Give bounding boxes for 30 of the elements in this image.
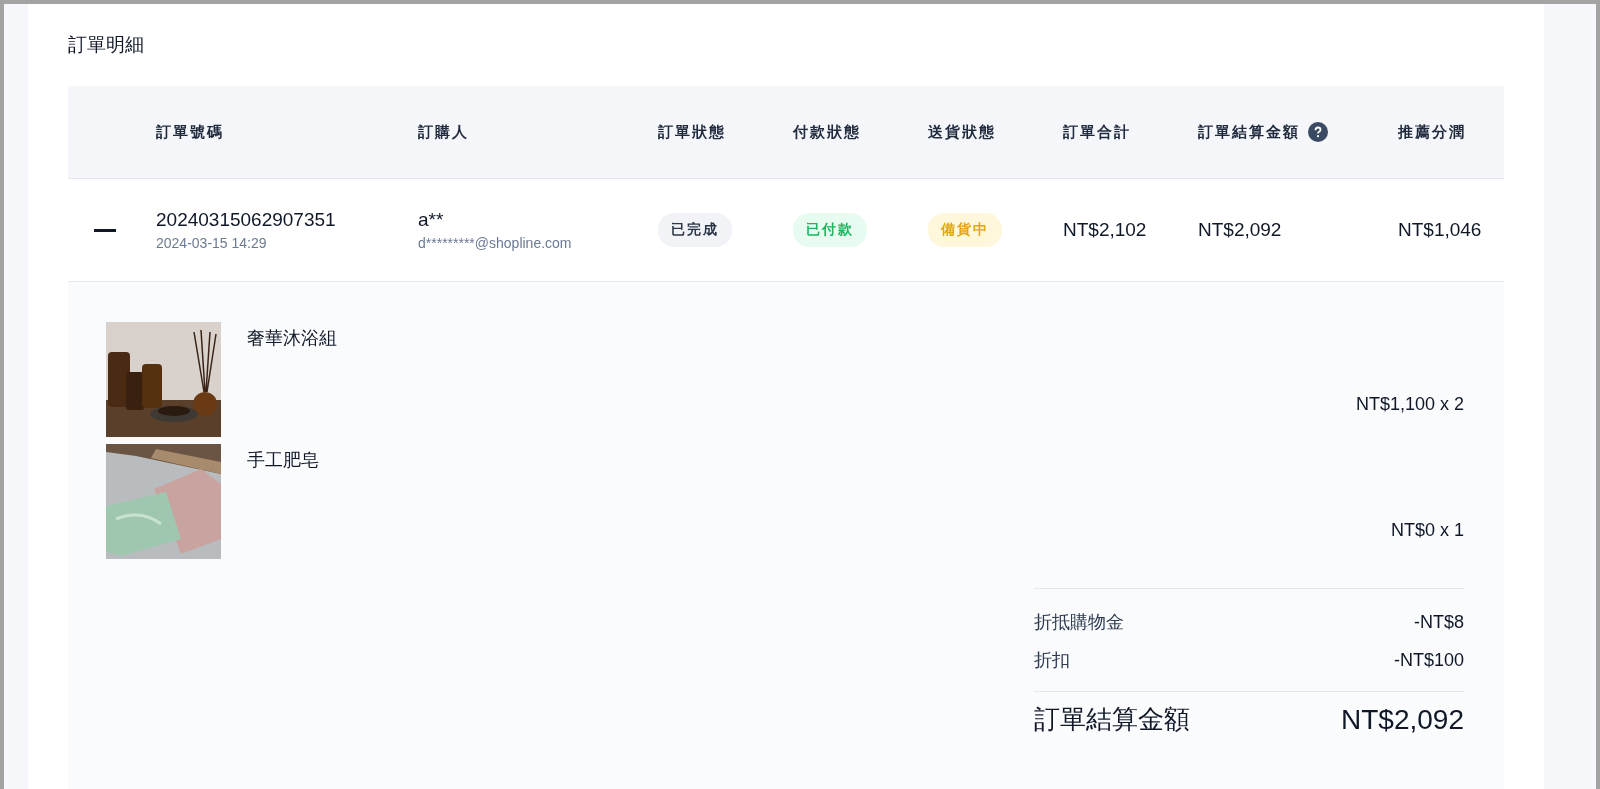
total-value: NT$2,092 xyxy=(1341,703,1464,736)
status-badge: 已付款 xyxy=(793,213,867,247)
column-header: 訂購人 xyxy=(418,122,469,142)
column-header: 付款狀態 xyxy=(793,122,861,142)
adjustment-value: -NT$100 xyxy=(1393,649,1464,671)
column-header: 訂單合計 xyxy=(1063,122,1131,142)
status-badge: 已完成 xyxy=(658,213,732,247)
adjustment-label: 折抵購物金 xyxy=(1034,611,1124,634)
buyer-name: a** xyxy=(418,209,445,231)
order-number: 20240315062907351 xyxy=(156,209,337,231)
table-cell-text: NT$2,102 xyxy=(1063,219,1148,241)
product-price: NT$0 x 1 xyxy=(1390,520,1464,541)
order-date: 2024-03-15 14:29 xyxy=(156,235,268,251)
column-header: 訂單結算金額 xyxy=(1198,122,1300,142)
product-name: 手工肥皂 xyxy=(247,449,319,472)
table-cell-text: NT$1,046 xyxy=(1398,219,1483,241)
adjustment-value: -NT$8 xyxy=(1414,611,1464,633)
column-header: 訂單號碼 xyxy=(156,122,224,142)
product-price: NT$1,100 x 2 xyxy=(1355,394,1464,415)
status-badge: 備貨中 xyxy=(928,213,1002,247)
section-title: 訂單明細 xyxy=(68,33,145,57)
column-header: 訂單狀態 xyxy=(658,122,726,142)
help-icon[interactable] xyxy=(1308,122,1328,142)
buyer-email: d*********@shopline.com xyxy=(418,235,573,251)
column-header: 送貨狀態 xyxy=(928,122,996,142)
table-cell-text: NT$2,092 xyxy=(1198,219,1283,241)
adjustment-label: 折扣 xyxy=(1034,649,1070,672)
total-label: 訂單結算金額 xyxy=(1034,703,1190,736)
product-name: 奢華沐浴組 xyxy=(247,327,337,350)
column-header: 推薦分潤 xyxy=(1398,122,1466,142)
